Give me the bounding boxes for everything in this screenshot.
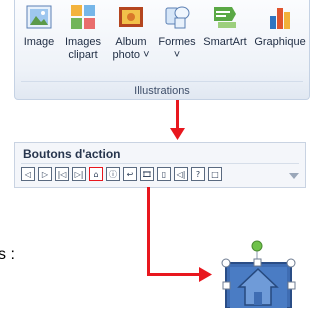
resize-handle-top[interactable] [253, 258, 262, 267]
action-help-button[interactable]: ? [191, 167, 205, 181]
image-icon [24, 2, 54, 32]
resize-handle-top-left[interactable] [221, 258, 231, 268]
clipart-button[interactable]: Images clipart [62, 2, 104, 62]
action-button-row: ◁ ▷ |◁ ▷| ⌂ ⓘ ↩ 🎞 ▯ ◁| ? □ [21, 167, 222, 183]
arrow-shaft-horizontal [147, 273, 201, 276]
group-title: Illustrations [134, 85, 190, 97]
action-back-button[interactable]: ◁ [21, 167, 35, 181]
image-label: Image [23, 36, 55, 48]
resize-handle-left[interactable] [222, 281, 231, 290]
smartart-icon [210, 2, 240, 32]
chart-button[interactable]: Graphique [253, 2, 307, 49]
chart-label: Graphique [254, 36, 306, 48]
action-return-button[interactable]: ↩ [123, 167, 137, 181]
action-end-button[interactable]: ▷| [72, 167, 86, 181]
clipart-icon [68, 2, 98, 32]
action-sound-button[interactable]: ◁| [174, 167, 188, 181]
action-movie-button[interactable]: 🎞 [140, 167, 154, 181]
action-home-button[interactable]: ⌂ [89, 167, 103, 181]
resize-handle-right[interactable] [287, 281, 296, 290]
group-separator [21, 81, 303, 82]
illustrations-ribbon-group: Image Images clipart Album photo ˅ Forme… [14, 0, 310, 100]
shapes-label: Formes ˅ [158, 36, 196, 61]
action-beginning-button[interactable]: |◁ [55, 167, 69, 181]
action-forward-button[interactable]: ▷ [38, 167, 52, 181]
shapes-icon [162, 2, 192, 32]
arrow-down-icon [170, 128, 185, 140]
rotation-handle[interactable] [251, 240, 263, 252]
action-buttons-panel: Boutons d'action ◁ ▷ |◁ ▷| ⌂ ⓘ ↩ 🎞 ▯ ◁| … [14, 142, 306, 188]
chart-icon [265, 2, 295, 32]
action-custom-button[interactable]: □ [208, 167, 222, 181]
scroll-down-icon[interactable] [289, 173, 299, 179]
clipart-label: Images clipart [64, 36, 102, 61]
action-information-button[interactable]: ⓘ [106, 167, 120, 181]
panel-divider [21, 163, 299, 164]
arrow-right-icon [199, 267, 212, 282]
shapes-button[interactable]: Formes ˅ [157, 2, 197, 62]
house-door [254, 292, 262, 305]
photo-album-button[interactable]: Album photo ˅ [109, 2, 153, 62]
smartart-button[interactable]: SmartArt [201, 2, 249, 49]
photo-album-icon [116, 2, 146, 32]
panel-title: Boutons d'action [23, 147, 121, 161]
home-action-shape[interactable] [219, 239, 299, 309]
resize-handle-top-right[interactable] [286, 258, 296, 268]
photo-album-label: Album photo ˅ [112, 36, 150, 61]
arrow-shaft-vertical [147, 187, 150, 276]
arrow-shaft-top [176, 100, 179, 130]
image-button[interactable]: Image [19, 2, 59, 49]
caption-text: s : [0, 246, 15, 263]
action-document-button[interactable]: ▯ [157, 167, 171, 181]
smartart-label: SmartArt [203, 36, 247, 48]
